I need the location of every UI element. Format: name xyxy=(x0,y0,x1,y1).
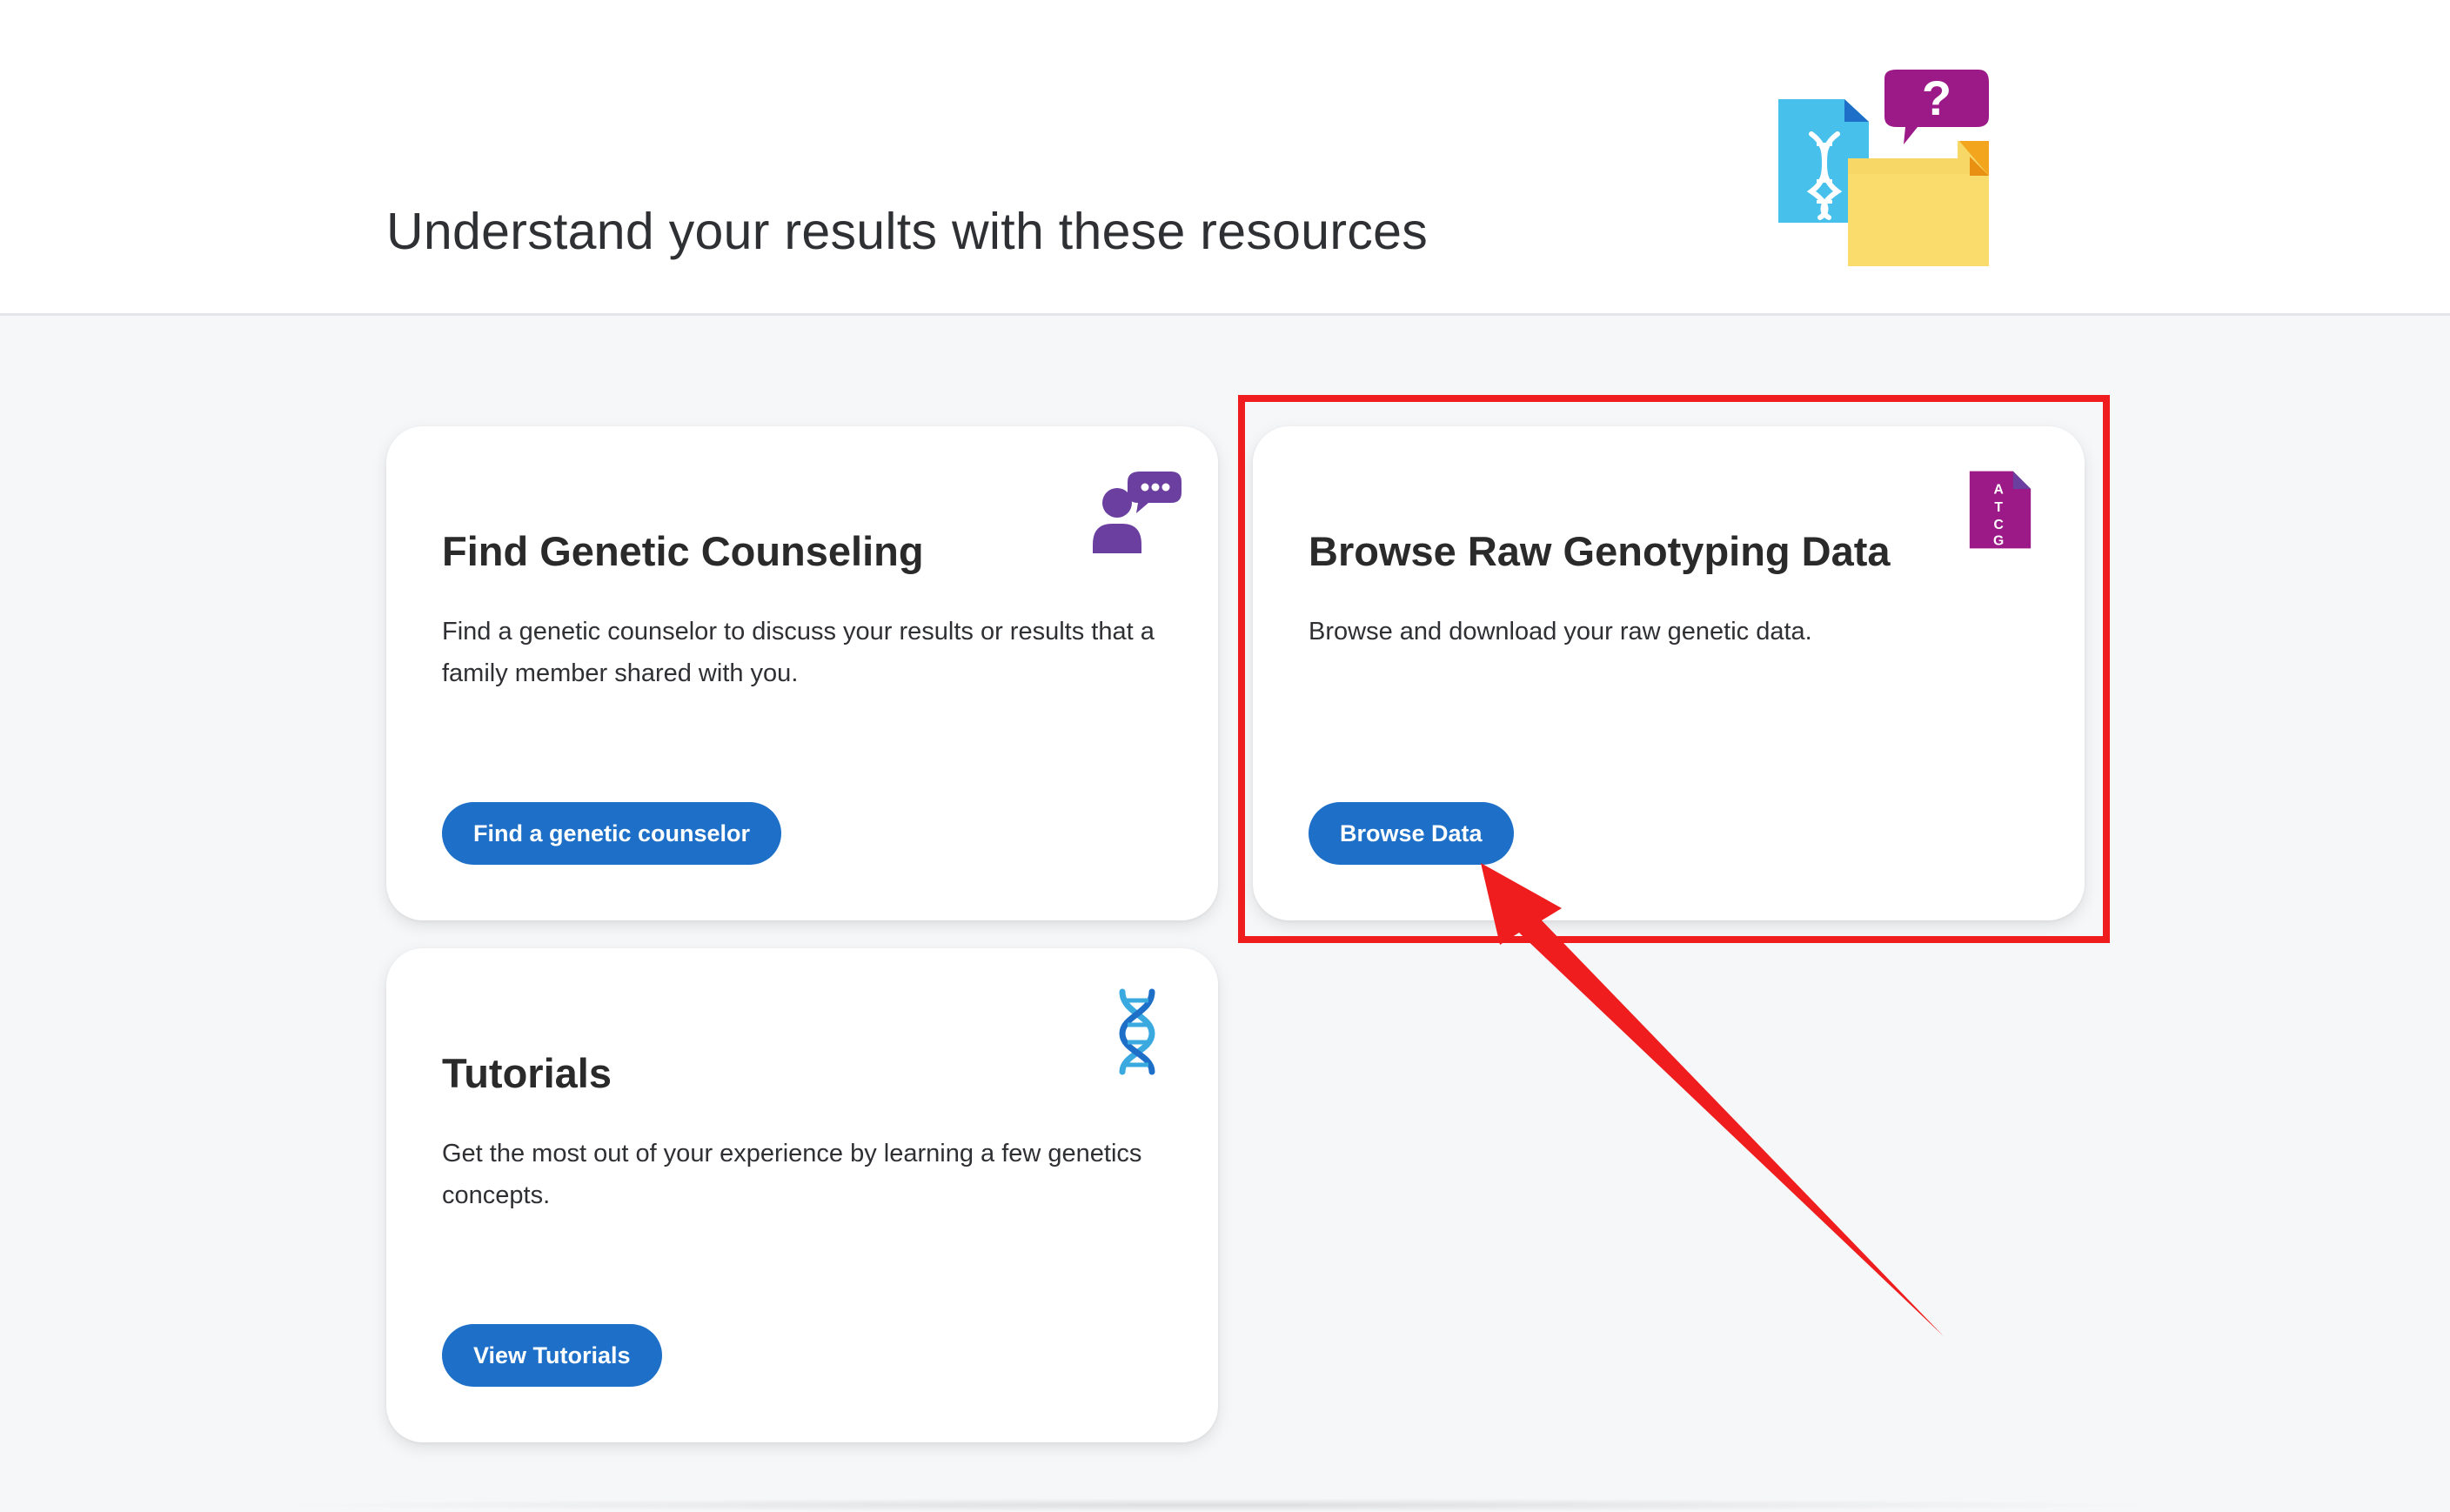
page: Understand your results with these resou… xyxy=(0,0,2450,1512)
dna-helix-icon xyxy=(1119,988,1155,1075)
card-find-genetic-counseling: Find Genetic Counseling Find a genetic c… xyxy=(386,426,1218,920)
browse-data-button[interactable]: Browse Data xyxy=(1309,802,1514,865)
card-description: Find a genetic counselor to discuss your… xyxy=(442,618,1155,687)
find-counselor-button[interactable]: Find a genetic counselor xyxy=(442,802,782,865)
card-browse-raw-data: Browse Raw Genotyping Data Browse and do… xyxy=(1253,426,2085,920)
page-bottom-shadow xyxy=(261,1498,2175,1512)
card-description: Browse and download your raw genetic dat… xyxy=(1309,618,1812,646)
card-title: Browse Raw Genotyping Data xyxy=(1309,528,1891,574)
atcg-letter: C xyxy=(1993,518,2003,532)
atcg-letter: T xyxy=(1994,500,2003,515)
page-title: Understand your results with these resou… xyxy=(386,203,1429,260)
card-tutorials: Tutorials Get the most out of your exper… xyxy=(386,948,1218,1442)
svg-text:?: ? xyxy=(1922,70,1951,125)
atcg-letter: G xyxy=(1993,534,2004,549)
counselor-chat-icon xyxy=(1093,472,1181,553)
card-title: Tutorials xyxy=(442,1050,612,1096)
card-description: Get the most out of your experience by l… xyxy=(442,1140,1142,1209)
atcg-letter: A xyxy=(1993,483,2003,498)
atcg-file-icon: A T C G xyxy=(1969,471,2032,549)
page-header: Understand your results with these resou… xyxy=(0,0,2450,316)
card-title: Find Genetic Counseling xyxy=(442,528,924,574)
view-tutorials-button[interactable]: View Tutorials xyxy=(442,1324,662,1387)
dna-document-question-folder-icon: ? xyxy=(1778,70,1989,266)
